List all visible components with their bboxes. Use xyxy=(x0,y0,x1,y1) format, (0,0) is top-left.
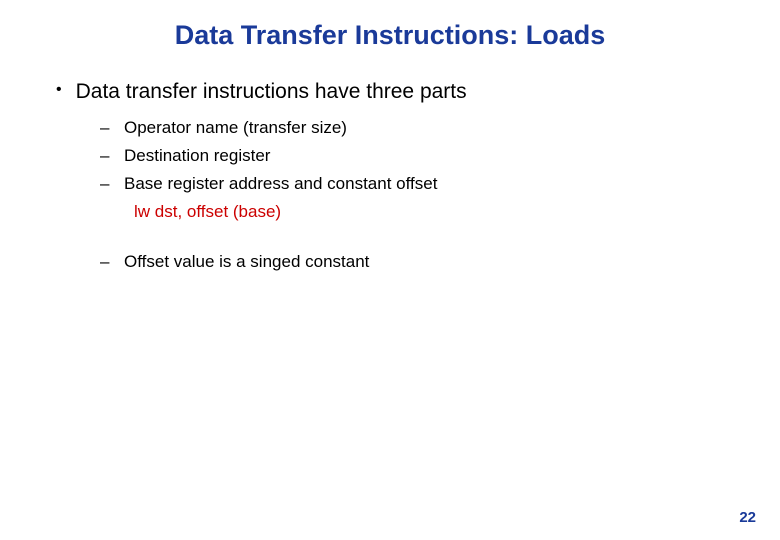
sub-bullet-text: Base register address and constant offse… xyxy=(124,173,437,195)
dash-icon: – xyxy=(100,251,112,273)
bullet-icon: • xyxy=(56,79,62,101)
sub-bullet-text: Destination register xyxy=(124,145,270,167)
sub-bullet-item: – Destination register xyxy=(100,145,740,167)
bullet-text: Data transfer instructions have three pa… xyxy=(76,79,467,105)
slide-title: Data Transfer Instructions: Loads xyxy=(0,0,780,79)
dash-icon: – xyxy=(100,173,112,195)
sub-bullet-item: – Base register address and constant off… xyxy=(100,173,740,195)
sub-bullet-item: – Operator name (transfer size) xyxy=(100,117,740,139)
dash-icon: – xyxy=(100,145,112,167)
slide: Data Transfer Instructions: Loads • Data… xyxy=(0,0,780,540)
sub-bullet-text: Operator name (transfer size) xyxy=(124,117,347,139)
sub-bullet-text: Offset value is a singed constant xyxy=(124,251,369,273)
slide-content: • Data transfer instructions have three … xyxy=(0,79,780,273)
code-example: lw dst, offset (base) xyxy=(100,201,740,223)
spacer xyxy=(100,229,740,251)
sub-bullet-list: – Operator name (transfer size) – Destin… xyxy=(56,115,740,273)
sub-bullet-item: – Offset value is a singed constant xyxy=(100,251,740,273)
bullet-item: • Data transfer instructions have three … xyxy=(56,79,740,105)
dash-icon: – xyxy=(100,117,112,139)
page-number: 22 xyxy=(739,509,756,526)
